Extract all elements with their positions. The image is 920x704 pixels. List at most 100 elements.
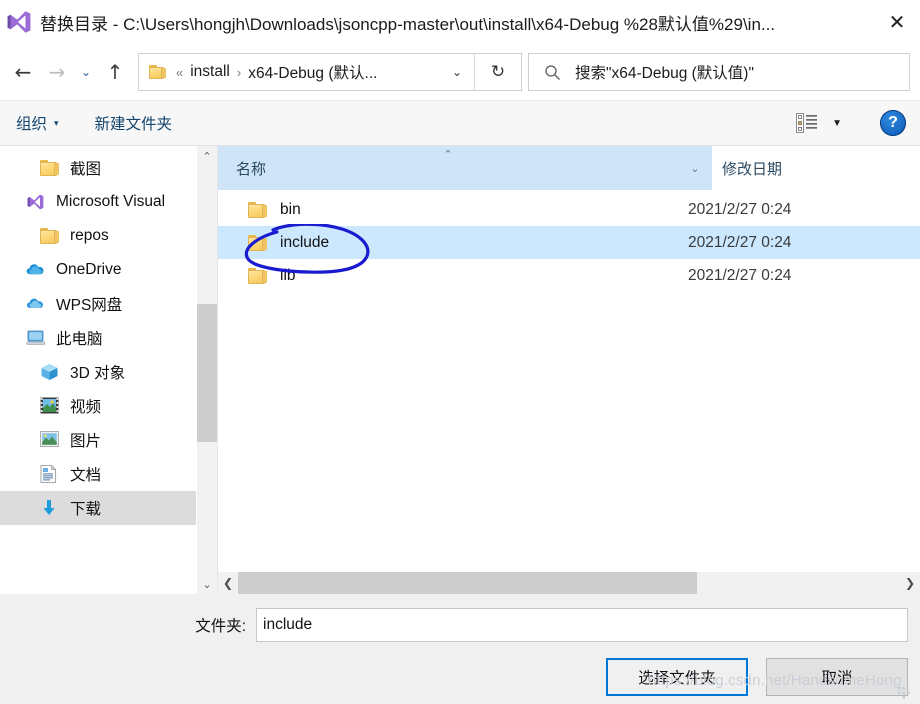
sidebar-item-downloads[interactable]: 下载 xyxy=(0,491,196,525)
scroll-left-icon[interactable]: ❮ xyxy=(218,576,238,590)
select-folder-button[interactable]: 选择文件夹 xyxy=(606,658,748,696)
search-placeholder: 搜索"x64-Debug (默认值)" xyxy=(575,65,754,82)
file-date-cell: 2021/2/27 0:24 xyxy=(688,200,792,218)
file-name-cell: bin xyxy=(218,201,682,219)
sidebar-item-label: 3D 对象 xyxy=(70,365,126,382)
sidebar-item-onedrive[interactable]: OneDrive xyxy=(0,253,196,287)
folder-name-input[interactable]: include xyxy=(256,608,908,642)
chevron-right-icon[interactable]: › xyxy=(237,65,241,80)
folder-icon xyxy=(248,234,268,252)
table-row[interactable]: lib 2021/2/27 0:24 xyxy=(218,259,920,292)
sidebar-item-label: 图片 xyxy=(70,433,102,450)
file-name-label: lib xyxy=(280,266,296,284)
up-button[interactable]: ↑ xyxy=(98,55,132,89)
sidebar-item-3d-objects[interactable]: 3D 对象 xyxy=(0,355,196,389)
sidebar-item-label: OneDrive xyxy=(56,261,122,278)
column-menu-icon[interactable]: ⌄ xyxy=(678,146,712,190)
button-row: 选择文件夹 取消 xyxy=(0,644,920,696)
scrollbar-thumb[interactable] xyxy=(238,572,697,594)
organize-button[interactable]: 组织 ▾ xyxy=(16,112,59,134)
title-bar: 替换目录 - C:\Users\hongjh\Downloads\jsoncpp… xyxy=(0,0,920,44)
back-button[interactable]: ← xyxy=(6,55,40,89)
3d-objects-icon xyxy=(40,363,60,381)
folder-icon xyxy=(40,159,60,177)
scroll-up-icon[interactable]: ⌃ xyxy=(197,146,217,166)
sidebar-item-label: 文档 xyxy=(70,467,102,484)
window-title: 替换目录 - C:\Users\hongjh\Downloads\jsoncpp… xyxy=(40,14,776,34)
sidebar-item-repos[interactable]: repos xyxy=(0,219,196,253)
sidebar-item-label: repos xyxy=(70,227,109,244)
view-list-icon[interactable] xyxy=(796,113,818,133)
folder-icon xyxy=(248,201,268,219)
file-name-label: include xyxy=(280,233,330,251)
sidebar-item-documents[interactable]: 文档 xyxy=(0,457,196,491)
sidebar-item-label: 下载 xyxy=(70,501,102,518)
breadcrumb-item-install[interactable]: install xyxy=(190,63,230,81)
visual-studio-logo-icon xyxy=(6,9,32,35)
recent-locations-button[interactable]: ⌄ xyxy=(74,55,98,89)
refresh-icon[interactable]: ↻ xyxy=(475,54,521,90)
sidebar-item-wps-cloud[interactable]: WPS网盘 xyxy=(0,287,196,321)
sidebar-item-label: 此电脑 xyxy=(56,331,103,348)
breadcrumb-overflow[interactable]: « xyxy=(176,65,183,80)
file-list: bin 2021/2/27 0:24 include 2021/2/27 0:2… xyxy=(218,190,920,572)
table-row[interactable]: include 2021/2/27 0:24 xyxy=(218,226,920,259)
column-header-name-label: 名称 xyxy=(236,160,267,178)
pictures-icon xyxy=(40,431,60,449)
onedrive-cloud-icon xyxy=(26,261,46,279)
downloads-icon xyxy=(40,499,60,517)
table-row[interactable]: bin 2021/2/27 0:24 xyxy=(218,193,920,226)
forward-button: → xyxy=(48,60,66,84)
wps-cloud-icon xyxy=(26,295,46,313)
dialog-footer: 文件夹: include 选择文件夹 取消 xyxy=(0,594,920,704)
scroll-down-icon[interactable]: ⌄ xyxy=(197,574,217,594)
sidebar-item-pictures[interactable]: 图片 xyxy=(0,423,196,457)
search-input[interactable]: 搜索"x64-Debug (默认值)" xyxy=(528,53,910,91)
search-icon xyxy=(529,64,575,81)
sidebar-item-label: Microsoft Visual xyxy=(56,193,166,210)
command-bar: 组织 ▾ 新建文件夹 ▼ ? xyxy=(0,100,920,146)
file-date-cell: 2021/2/27 0:24 xyxy=(688,266,792,284)
breadcrumb-item-x64-debug[interactable]: x64-Debug (默认... xyxy=(248,61,377,83)
column-headers: ⌃ 名称 ⌄ 修改日期 xyxy=(218,146,920,190)
file-name-cell: lib xyxy=(218,267,682,285)
sidebar-item-jietu[interactable]: 截图 xyxy=(0,151,196,185)
scroll-right-icon[interactable]: ❯ xyxy=(900,576,920,590)
sidebar-item-microsoft-visual[interactable]: Microsoft Visual xyxy=(0,185,196,219)
sidebar-item-videos[interactable]: 视频 xyxy=(0,389,196,423)
sort-ascending-icon: ⌃ xyxy=(443,149,453,161)
sidebar-item-this-pc[interactable]: 此电脑 xyxy=(0,321,196,355)
address-bar[interactable]: « install › x64-Debug (默认... ⌄ ↻ xyxy=(138,53,522,91)
breadcrumb[interactable]: « install › x64-Debug (默认... xyxy=(139,61,440,83)
column-header-name[interactable]: ⌃ 名称 xyxy=(218,146,678,190)
videos-icon xyxy=(40,397,60,415)
folder-name-row: 文件夹: include xyxy=(0,594,920,644)
main-panes: 截图 Microsoft Visual repos OneDrive WPS网盘… xyxy=(0,146,920,594)
organize-label: 组织 xyxy=(16,116,48,133)
documents-icon xyxy=(40,464,60,483)
file-name-cell: include xyxy=(218,234,682,252)
cancel-button[interactable]: 取消 xyxy=(766,658,908,696)
sidebar-item-label: 截图 xyxy=(70,161,102,178)
file-name-label: bin xyxy=(280,200,301,218)
sidebar-scrollbar[interactable]: ⌃ ⌄ xyxy=(196,146,217,594)
navigation-bar: ← → ⌄ ↑ « install › x64-Debug (默认... ⌄ ↻… xyxy=(0,44,920,100)
file-list-pane: ⌃ 名称 ⌄ 修改日期 bin 2021/2/27 0:24 include 2… xyxy=(217,146,920,594)
close-icon[interactable]: ✕ xyxy=(874,0,920,44)
scrollbar-thumb[interactable] xyxy=(197,304,217,442)
new-folder-button[interactable]: 新建文件夹 xyxy=(95,112,173,134)
chevron-down-icon[interactable]: ⌄ xyxy=(440,54,474,90)
chevron-down-icon: ▾ xyxy=(54,117,59,128)
help-button[interactable]: ? xyxy=(880,110,906,136)
navigation-sidebar: 截图 Microsoft Visual repos OneDrive WPS网盘… xyxy=(0,146,196,594)
folder-name-label: 文件夹: xyxy=(195,618,246,635)
folder-icon xyxy=(40,227,60,245)
view-options-caret-icon[interactable]: ▼ xyxy=(832,118,842,129)
column-header-date[interactable]: 修改日期 xyxy=(712,146,920,190)
this-pc-icon xyxy=(26,329,46,347)
visual-studio-icon xyxy=(26,193,46,211)
file-list-horizontal-scrollbar[interactable]: ❮ ❯ xyxy=(218,572,920,594)
sidebar-item-label: 视频 xyxy=(70,399,102,416)
file-date-cell: 2021/2/27 0:24 xyxy=(688,233,792,251)
folder-icon xyxy=(248,267,268,285)
